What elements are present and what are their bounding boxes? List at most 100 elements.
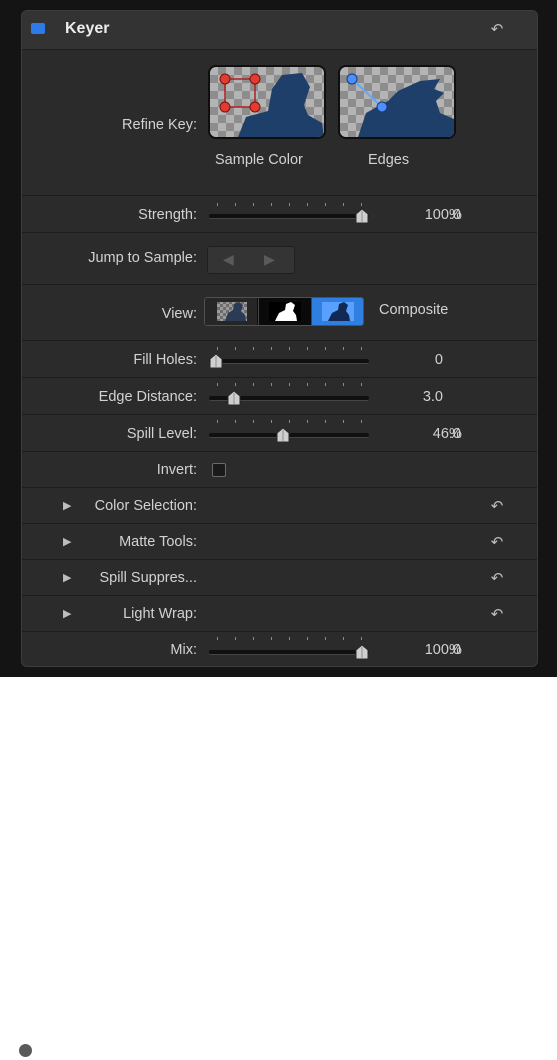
spill-level-label: Spill Level: xyxy=(126,426,197,442)
slider-tick xyxy=(253,203,254,206)
slider-tick xyxy=(289,347,290,350)
reset-icon[interactable]: ↶ xyxy=(488,20,506,38)
slider-tick xyxy=(289,383,290,386)
view-composite-segment[interactable] xyxy=(311,298,363,325)
slider-tick xyxy=(325,203,326,206)
refine-key-row: Refine Key: Sample Color Edges xyxy=(22,49,537,195)
reset-icon[interactable]: ↶ xyxy=(488,605,506,623)
mix-label: Mix: xyxy=(170,642,197,658)
spill-level-row: Spill Level: 46.0 % xyxy=(22,414,537,452)
slider-tick xyxy=(307,383,308,386)
view-selected-label: Composite xyxy=(379,302,449,318)
view-bw-segment[interactable] xyxy=(258,298,311,325)
slider-tick xyxy=(307,420,308,423)
mix-slider-knob[interactable] xyxy=(355,644,369,660)
strength-unit: % xyxy=(449,207,462,223)
fill-holes-value[interactable]: 0 xyxy=(435,352,443,368)
slider-tick xyxy=(289,420,290,423)
edge-distance-value[interactable]: 3.0 xyxy=(423,389,443,405)
edges-button[interactable] xyxy=(338,65,456,139)
enable-checkbox[interactable] xyxy=(31,23,45,34)
slider-tick xyxy=(325,637,326,640)
fill-holes-slider[interactable] xyxy=(209,359,369,364)
reset-icon[interactable]: ↶ xyxy=(488,497,506,515)
light-wrap-label: Light Wrap: xyxy=(123,606,197,622)
slider-tick xyxy=(217,383,218,386)
slider-tick xyxy=(325,420,326,423)
jump-to-sample-control: ◀ ▶ xyxy=(207,246,295,274)
spill-level-unit: % xyxy=(449,426,462,442)
slider-tick xyxy=(343,420,344,423)
slider-tick xyxy=(235,347,236,350)
slider-tick xyxy=(235,203,236,206)
slider-tick xyxy=(361,637,362,640)
matte-tools-group[interactable]: ▶ Matte Tools: ↶ xyxy=(22,523,537,560)
disclosure-triangle-icon[interactable]: ▶ xyxy=(63,499,71,512)
fill-holes-label: Fill Holes: xyxy=(133,352,197,368)
edge-distance-ticks xyxy=(217,383,362,387)
light-wrap-group[interactable]: ▶ Light Wrap: ↶ xyxy=(22,595,537,632)
disclosure-triangle-icon[interactable]: ▶ xyxy=(63,571,71,584)
disclosure-triangle-icon[interactable]: ▶ xyxy=(63,535,71,548)
inspector-background: Keyer ↶ Refine Key: Sample Color Edges S… xyxy=(0,0,557,677)
slider-tick xyxy=(271,420,272,423)
sample-color-button[interactable] xyxy=(208,65,326,139)
refine-key-label: Refine Key: xyxy=(122,117,197,133)
slider-tick xyxy=(253,420,254,423)
spill-level-slider-knob[interactable] xyxy=(276,427,290,443)
slider-tick xyxy=(253,347,254,350)
reset-icon[interactable]: ↶ xyxy=(488,533,506,551)
slider-tick xyxy=(361,420,362,423)
jump-to-sample-row: Jump to Sample: ◀ ▶ xyxy=(22,232,537,285)
slider-tick xyxy=(217,347,218,350)
arrow-left-icon[interactable]: ◀ xyxy=(223,251,234,268)
slider-tick xyxy=(235,420,236,423)
panel-title: Keyer xyxy=(65,20,110,37)
edges-caption: Edges xyxy=(368,152,410,168)
strength-slider-knob[interactable] xyxy=(355,208,369,224)
composite-bw-icon xyxy=(269,302,301,321)
view-label: View: xyxy=(161,306,197,322)
strength-label: Strength: xyxy=(138,207,197,223)
view-row: View: Composite xyxy=(22,284,537,341)
spill-suppression-group[interactable]: ▶ Spill Suppres... ↶ xyxy=(22,559,537,596)
edge-distance-slider-knob[interactable] xyxy=(227,390,241,406)
mix-slider[interactable] xyxy=(209,650,369,655)
slider-tick xyxy=(361,203,362,206)
matte-icon xyxy=(217,302,247,321)
arrow-right-icon[interactable]: ▶ xyxy=(264,251,275,268)
slider-tick xyxy=(271,383,272,386)
invert-label: Invert: xyxy=(156,462,197,478)
slider-tick xyxy=(343,347,344,350)
slider-tick xyxy=(271,347,272,350)
slider-tick xyxy=(307,203,308,206)
fill-holes-slider-knob[interactable] xyxy=(209,353,223,369)
reset-icon[interactable]: ↶ xyxy=(488,569,506,587)
matte-tools-label: Matte Tools: xyxy=(119,534,197,550)
jump-to-sample-label: Jump to Sample: xyxy=(88,250,197,266)
slider-tick xyxy=(217,637,218,640)
fill-holes-row: Fill Holes: 0 xyxy=(22,340,537,378)
disclosure-triangle-icon[interactable]: ▶ xyxy=(63,607,71,620)
slider-tick xyxy=(343,637,344,640)
fill-holes-ticks xyxy=(217,347,362,351)
slider-tick xyxy=(361,347,362,350)
spill-suppression-label: Spill Suppres... xyxy=(99,570,197,586)
sample-color-icon xyxy=(210,67,324,137)
strength-slider[interactable] xyxy=(209,214,369,219)
slider-tick xyxy=(253,637,254,640)
edge-distance-label: Edge Distance: xyxy=(98,389,197,405)
color-selection-group[interactable]: ▶ Color Selection: ↶ xyxy=(22,487,537,524)
view-segmented-control xyxy=(204,297,364,326)
slider-tick xyxy=(253,383,254,386)
invert-checkbox[interactable] xyxy=(212,463,226,477)
view-matte-segment[interactable] xyxy=(205,298,257,325)
sample-color-caption: Sample Color xyxy=(215,152,303,168)
slider-tick xyxy=(343,203,344,206)
slider-tick xyxy=(271,637,272,640)
slider-tick xyxy=(343,383,344,386)
slider-tick xyxy=(217,420,218,423)
color-selection-label: Color Selection: xyxy=(94,498,197,514)
strength-row: Strength: 100.0 % xyxy=(22,195,537,233)
composite-icon xyxy=(322,302,354,321)
